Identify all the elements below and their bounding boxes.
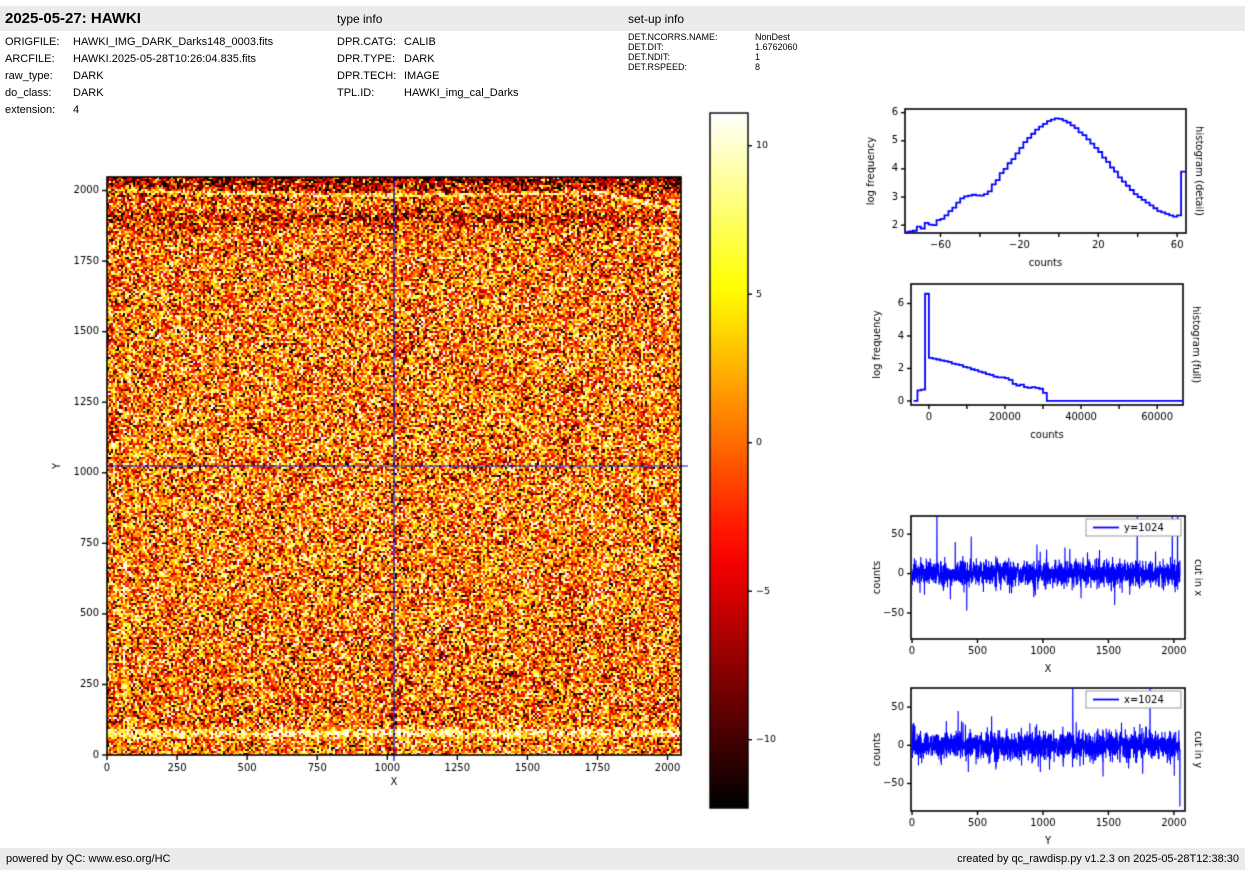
setup-info-block: DET.NCORRS.NAME: NonDest DET.DIT: 1.676206… [628,32,798,72]
setup-info-row: DET.DIT: 1.6762060 [628,42,798,52]
type-info-value: IMAGE [404,70,440,82]
page-title: 2025-05-27: HAWKI [5,10,141,27]
file-info-label: ORIGFILE: [5,36,60,48]
setup-info-value: 1.6762060 [755,42,798,52]
type-info-label: DPR.TYPE: [337,53,396,65]
type-info-row: DPR.CATG: CALIB [337,34,519,51]
setup-info-value: 1 [755,52,761,62]
type-info-value: CALIB [404,36,436,48]
footer-band: powered by QC: www.eso.org/HC created by… [0,848,1245,870]
file-info-value: HAWKI_IMG_DARK_Darks148_0003.fits [73,36,274,48]
colorbar [700,100,800,820]
type-info-label: DPR.TECH: [337,70,397,82]
section-title-type-info: type info [337,12,383,26]
footer-right-text: created by qc_rawdisp.py v1.2.3 on 2025-… [957,853,1239,865]
setup-info-value: 8 [755,62,761,72]
setup-info-label: DET.RSPEED: [628,62,688,72]
type-info-row: DPR.TECH: IMAGE [337,68,519,85]
setup-info-row: DET.NDIT: 1 [628,52,798,62]
type-info-block: DPR.CATG: CALIB DPR.TYPE: DARK DPR.TECH: IM… [337,34,519,102]
file-info-label: ARCFILE: [5,53,55,65]
section-title-setup-info: set-up info [628,12,685,26]
file-info-value: DARK [73,70,104,82]
setup-info-row: DET.NCORRS.NAME: NonDest [628,32,798,42]
setup-info-value: NonDest [755,32,791,42]
histogram-detail-plot [835,90,1245,285]
file-info-label: raw_type: [5,70,53,82]
setup-info-label: DET.DIT: [628,42,664,52]
setup-info-row: DET.RSPEED: 8 [628,62,798,72]
file-info-value: HAWKI.2025-05-28T10:26:04.835.fits [73,53,257,65]
file-info-row: raw_type: DARK [5,68,273,85]
cut-in-x-plot [835,498,1245,686]
type-info-value: DARK [404,53,435,65]
type-info-row: DPR.TYPE: DARK [337,51,519,68]
file-info-row: ARCFILE: HAWKI.2025-05-28T10:26:04.835.fi… [5,51,273,68]
footer-left-text: powered by QC: www.eso.org/HC [6,853,171,865]
setup-info-label: DET.NDIT: [628,52,671,62]
header-band: 2025-05-27: HAWKI type info set-up info [0,6,1245,31]
type-info-label: DPR.CATG: [337,36,397,48]
setup-info-label: DET.NCORRS.NAME: [628,32,718,42]
dark-frame-image-plot [30,100,710,800]
histogram-full-plot [835,265,1245,465]
qc-report-page: 2025-05-27: HAWKI type info set-up info … [0,0,1245,870]
file-info-row: ORIGFILE: HAWKI_IMG_DARK_Darks148_0003.fi… [5,34,273,51]
cut-in-y-plot [835,670,1245,848]
